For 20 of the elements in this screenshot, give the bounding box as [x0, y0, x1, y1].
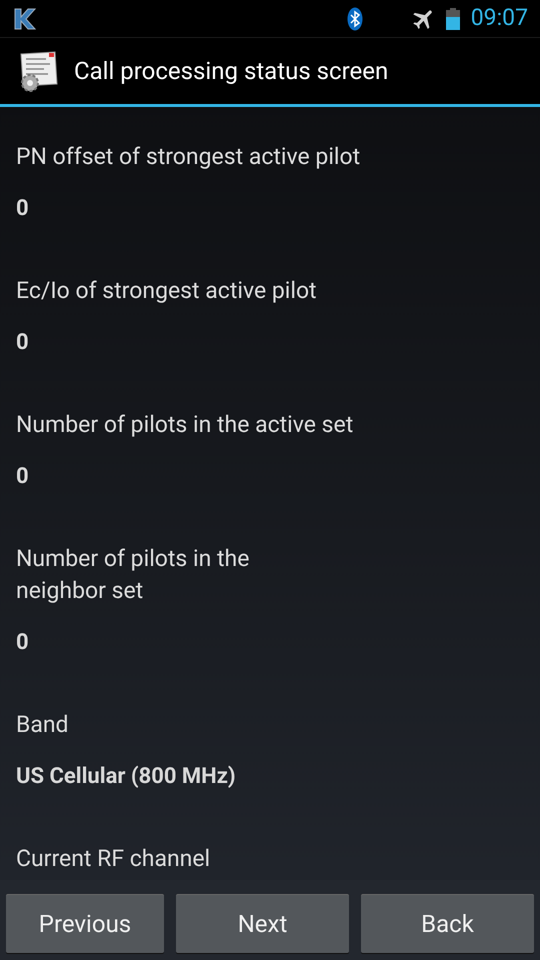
- field-value: 0: [16, 195, 30, 223]
- window-title: Call processing status screen: [74, 56, 388, 87]
- field-label: Number of pilots in the active set: [16, 410, 354, 440]
- battery-icon: [444, 6, 461, 30]
- nav-button[interactable]: Next: [176, 894, 349, 953]
- field-value: US Cellular (800 MHz): [16, 763, 237, 791]
- field-value: 0: [16, 329, 30, 357]
- field-label: Number of pilots in the neighbor set: [16, 544, 250, 606]
- field-value: 0: [16, 463, 30, 491]
- field-label: Ec/Io of strongest active pilot: [16, 276, 318, 306]
- field-label: Current RF channel: [16, 844, 212, 874]
- field-value: 0: [16, 629, 30, 657]
- field-label: Band: [16, 710, 70, 740]
- app-logo-icon: [12, 6, 38, 30]
- clock: 09:07: [470, 3, 528, 34]
- app-icon: [18, 49, 60, 93]
- nav-button[interactable]: Previous: [6, 894, 164, 953]
- field-label: PN offset of strongest active pilot: [16, 142, 362, 172]
- nav-button[interactable]: Back: [361, 894, 534, 953]
- bluetooth-icon: [346, 6, 363, 30]
